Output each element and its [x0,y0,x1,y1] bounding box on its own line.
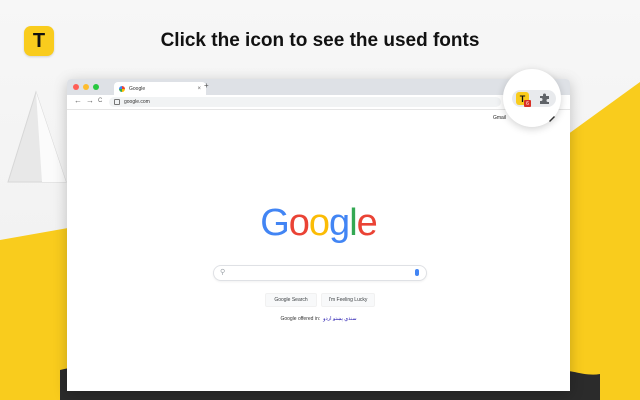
new-tab-button[interactable]: + [204,81,209,90]
url-text: google.com [124,99,150,105]
gmail-link[interactable]: Gmail [493,115,506,121]
offered-in-label: Google offered in: [280,316,321,322]
toolbar: ← → C google.com [67,95,570,110]
tab-bar: Google × + [67,79,570,95]
close-window-dot[interactable] [73,84,79,90]
puzzle-icon[interactable] [538,92,551,105]
maximize-window-dot[interactable] [93,84,99,90]
reload-button[interactable]: C [98,98,102,104]
extension-badge: 6 [524,100,531,107]
google-favicon-icon [119,85,125,92]
logo-letter-g: G [260,202,290,244]
feeling-lucky-button[interactable]: I'm Feeling Lucky [321,293,375,307]
search-icon: ⚲ [220,269,226,276]
google-homepage: Gmail Google ⚲ Google Search I'm Feeling… [67,110,570,391]
tab-close-icon[interactable]: × [197,86,201,92]
google-search-button[interactable]: Google Search [265,293,317,307]
mic-icon[interactable] [415,269,419,276]
extension-callout: T 6 [503,69,561,127]
logo-letter-e: e [356,202,378,244]
extension-toolbar: T 6 [512,90,556,107]
google-logo: Google [67,202,570,245]
browser-window: Google × + ← → C google.com Gmail Google… [67,79,570,391]
back-button[interactable]: ← [74,96,82,105]
offered-in: Google offered in: سنڌي پښتو اردو [67,316,570,322]
language-links[interactable]: سنڌي پښتو اردو [323,316,356,322]
logo-letter-l: l [349,202,358,244]
minimize-window-dot[interactable] [83,84,89,90]
search-input[interactable]: ⚲ [213,265,427,281]
headline: Click the icon to see the used fonts [160,30,480,51]
forward-button[interactable]: → [86,96,94,105]
lock-icon [114,99,120,105]
tab-google[interactable]: Google × [114,82,206,95]
address-bar[interactable]: google.com [109,97,501,107]
logo-letter-o2: o [308,202,330,244]
logo-letter-g2: g [329,202,350,244]
tab-title: Google [129,85,146,92]
pen-icon [549,116,555,122]
logo-letter-o1: o [288,202,310,244]
